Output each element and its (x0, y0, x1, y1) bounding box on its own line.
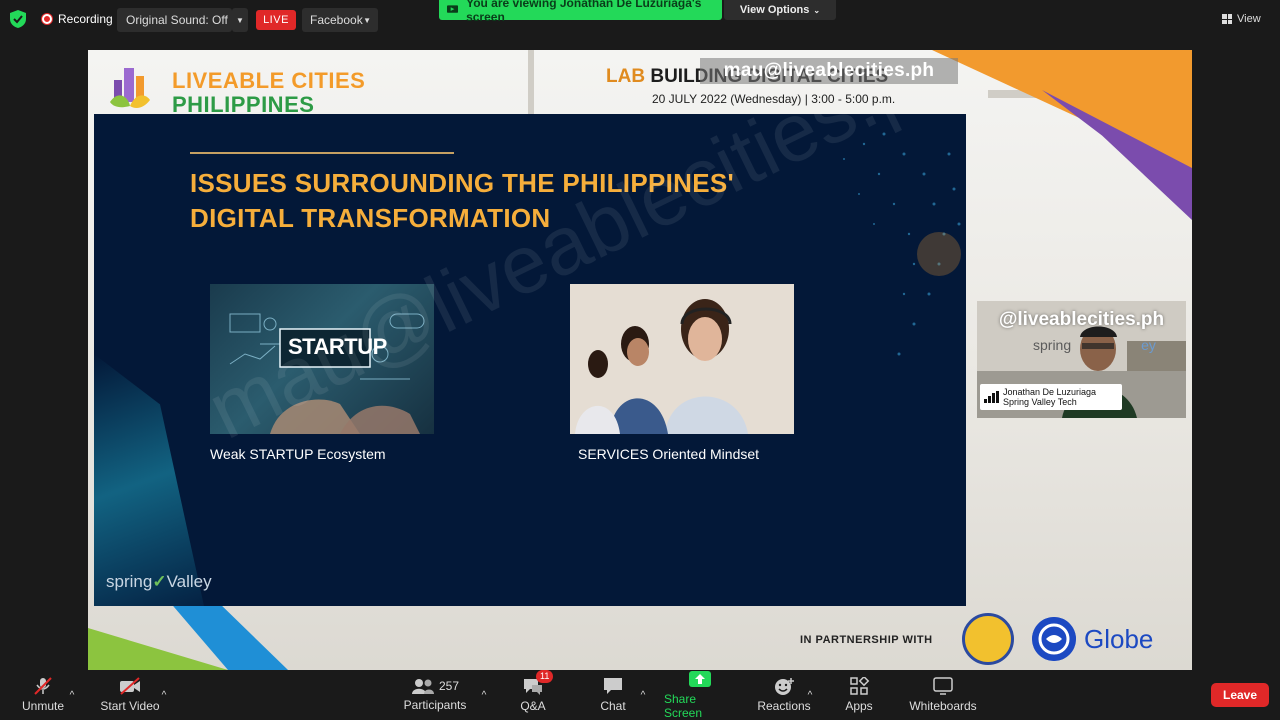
globe-logo-icon (1032, 617, 1076, 661)
liveable-cities-logo-icon (110, 68, 150, 108)
chevron-down-icon: ⌄ (813, 5, 821, 15)
speaker-company: Spring Valley Tech (1003, 397, 1077, 407)
apps-label: Apps (845, 699, 873, 713)
speaker-background-text: spring ey (1033, 337, 1156, 353)
live-label: LIVE (263, 14, 289, 26)
original-sound-dropdown[interactable]: ▼ (232, 8, 248, 32)
meeting-toolbar: Unmute ^ Start Video ^ 257 Participants … (0, 670, 1280, 720)
leave-button[interactable]: Leave (1211, 683, 1269, 707)
apps-button[interactable]: Apps (838, 670, 880, 720)
speaker-background-text-a: spring (1033, 337, 1072, 353)
email-watermark: mau@liveablecities.ph (700, 58, 958, 84)
unmute-button[interactable]: Unmute (18, 670, 68, 720)
chat-button[interactable]: Chat (592, 670, 634, 720)
view-options-label: View Options (739, 4, 810, 16)
partnership-label: IN PARTNERSHIP WITH (800, 634, 933, 646)
facebook-label: Facebook (310, 13, 363, 27)
reactions-options-caret[interactable]: ^ (804, 670, 816, 720)
whiteboards-button[interactable]: Whiteboards (905, 670, 981, 720)
participants-button[interactable]: 257 Participants (400, 670, 470, 720)
participants-count: 257 (438, 679, 460, 693)
record-dot-icon (42, 14, 52, 24)
participants-icon (411, 679, 434, 694)
chevron-up-icon: ^ (481, 689, 487, 701)
speaker-background-text-b: ey (1141, 337, 1156, 353)
recording-indicator[interactable]: Recording (36, 8, 119, 30)
event-lab-label: LAB (606, 66, 646, 87)
spring-valley-logo-a: spring (106, 572, 153, 591)
screen-share-icon (447, 5, 459, 13)
participants-label: Participants (403, 698, 467, 712)
spring-valley-logo: spring✓Valley (106, 572, 212, 592)
original-sound-button[interactable]: Original Sound: Off (117, 8, 232, 32)
league-of-cities-seal-icon (962, 613, 1014, 665)
signal-bars-icon (984, 391, 999, 403)
brand-title-line1: LIVEABLE CITIES (172, 68, 366, 93)
live-badge[interactable]: LIVE (256, 10, 296, 30)
qa-badge: 11 (536, 670, 554, 683)
speaker-handle-watermark: @liveablecities.ph (998, 309, 1165, 330)
security-shield-icon[interactable] (10, 10, 26, 28)
speaker-name-block: Jonathan De Luzuriaga Spring Valley Tech (1003, 387, 1096, 407)
title-rule (190, 152, 454, 154)
chevron-up-icon: ^ (807, 689, 813, 701)
original-sound-label: Original Sound: Off (126, 13, 228, 27)
video-camera-off-icon (120, 677, 140, 695)
facebook-stream-dropdown[interactable]: Facebook ▼ (302, 8, 378, 32)
grid-view-icon (1222, 14, 1232, 24)
speaker-name: Jonathan De Luzuriaga (1003, 387, 1097, 397)
view-layout-button[interactable]: View (1222, 8, 1268, 30)
chevron-down-icon: ▼ (363, 15, 371, 25)
qa-label: Q&A (520, 699, 546, 713)
caption-services: SERVICES Oriented Mindset (578, 446, 760, 462)
participants-icon-row: 257 (411, 678, 459, 694)
view-label: View (1237, 13, 1261, 25)
viewing-screen-label: You are viewing Jonathan De Luzuriaga's … (466, 0, 702, 24)
teal-decoration (94, 354, 204, 606)
event-date: 20 JULY 2022 (Wednesday) | 3:00 - 5:00 p… (652, 92, 896, 106)
chat-label: Chat (600, 699, 626, 713)
chat-options-caret[interactable]: ^ (637, 670, 649, 720)
valley-check-icon: ✓ (152, 572, 167, 591)
apps-grid-icon (850, 677, 870, 695)
whiteboard-icon (933, 677, 953, 695)
speaker-video-tile[interactable]: spring ey @liveablecities.ph Jonathan De … (977, 301, 1186, 418)
start-video-button[interactable]: Start Video (98, 670, 162, 720)
share-screen-label: Share Screen (664, 692, 703, 720)
call-center-image (570, 284, 794, 434)
share-screen-button[interactable]: Share Screen (664, 670, 736, 720)
microphone-muted-icon (34, 677, 52, 695)
spring-valley-logo-b: Valley (166, 572, 212, 591)
reactions-emoji-icon (775, 678, 794, 695)
room-background (528, 50, 534, 115)
audio-options-caret[interactable]: ^ (66, 670, 78, 720)
speaker-name-tag: Jonathan De Luzuriaga Spring Valley Tech (980, 384, 1122, 410)
globe-label: Globe (1084, 624, 1154, 654)
qa-button[interactable]: 11 Q&A (512, 670, 554, 720)
participants-options-caret[interactable]: ^ (478, 670, 490, 720)
chat-bubble-icon (604, 678, 622, 694)
chevron-down-icon: ▼ (236, 15, 244, 25)
share-screen-icon (689, 671, 711, 687)
start-video-label: Start Video (100, 699, 160, 713)
call-center-graphic (570, 284, 794, 434)
chevron-up-icon: ^ (69, 689, 75, 701)
chevron-up-icon: ^ (161, 689, 167, 701)
unmute-label: Unmute (21, 699, 65, 713)
meeting-top-bar: Recording Original Sound: Off ▼ LIVE Fac… (0, 0, 1280, 44)
reactions-label: Reactions (757, 699, 811, 713)
chevron-up-icon: ^ (640, 689, 646, 701)
viewing-screen-banner: You are viewing Jonathan De Luzuriaga's … (439, 0, 722, 24)
recording-label: Recording (58, 12, 113, 26)
presentation-slide: ISSUES SURROUNDING THE PHILIPPINES' DIGI… (94, 114, 966, 606)
view-options-button[interactable]: View Options ⌄ (724, 0, 836, 20)
qa-icon-wrap: 11 (522, 670, 554, 695)
video-options-caret[interactable]: ^ (158, 670, 170, 720)
whiteboards-label: Whiteboards (909, 699, 977, 713)
